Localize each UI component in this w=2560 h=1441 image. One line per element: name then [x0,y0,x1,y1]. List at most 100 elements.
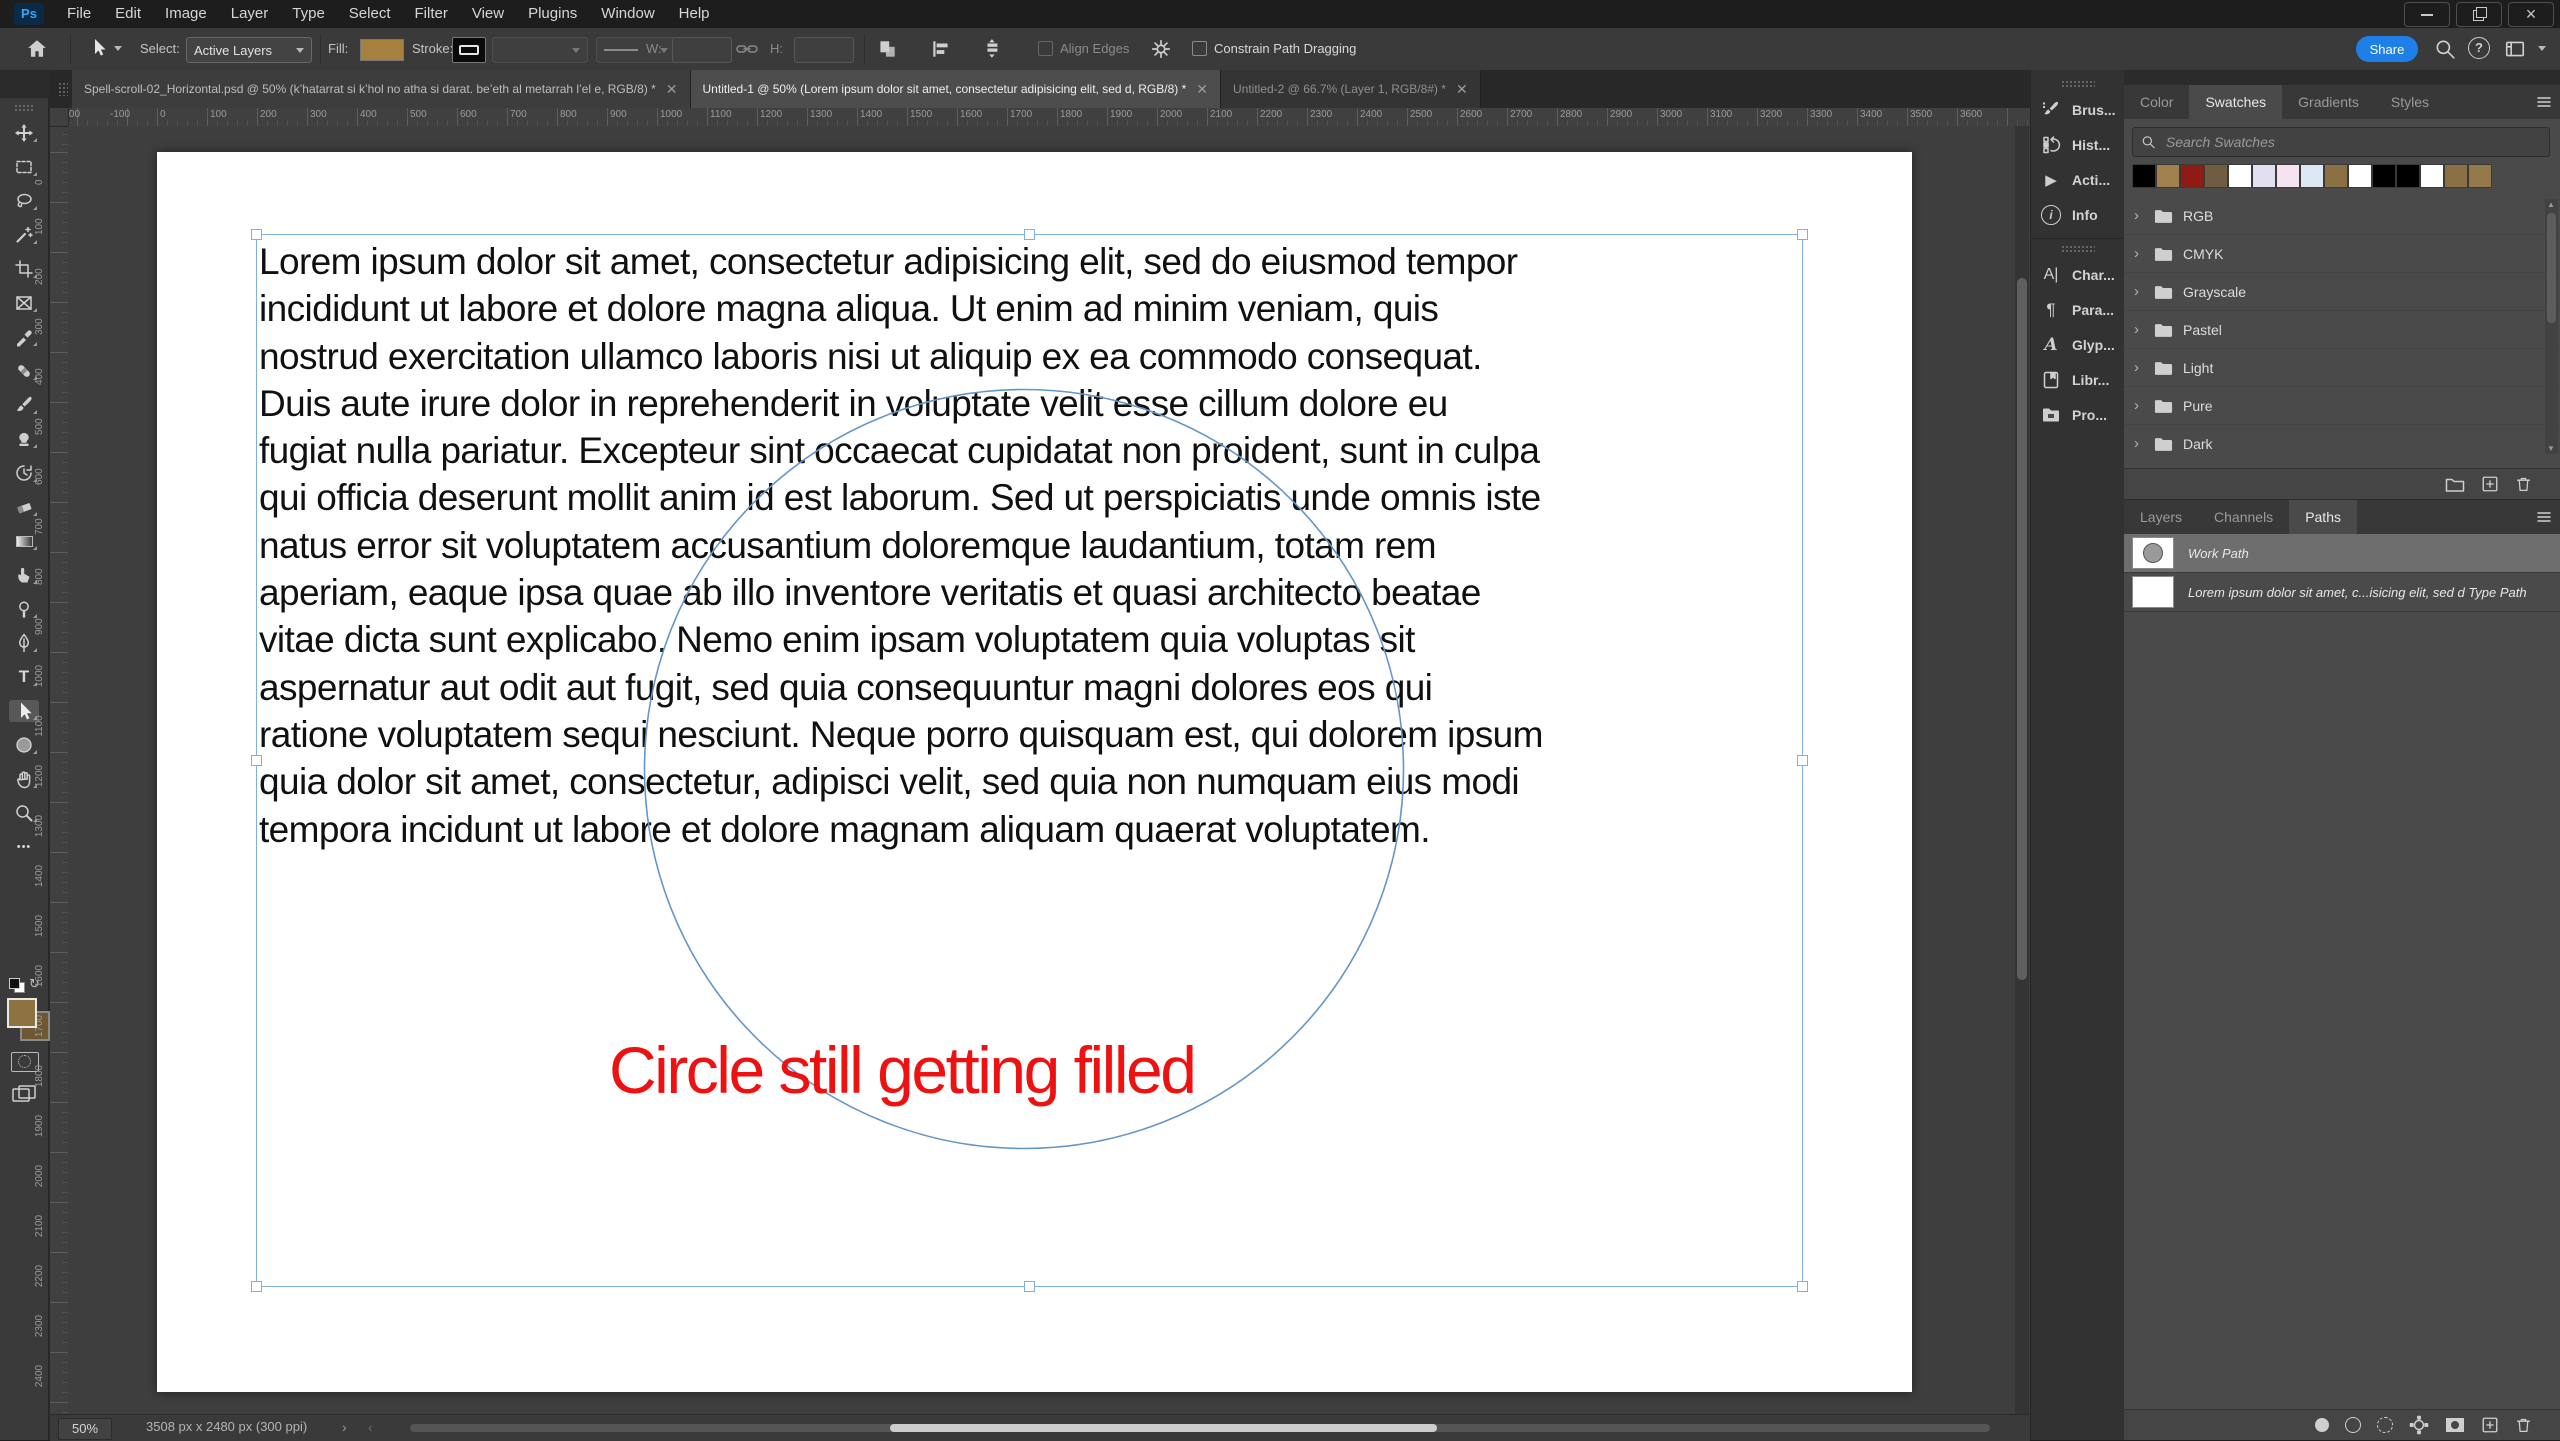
path-row-type-path[interactable]: Lorem ipsum dolor sit amet, c...isicing … [2124,573,2560,612]
zoom-level-field[interactable]: 50% [58,1418,112,1440]
distribute-icon[interactable] [982,38,1004,60]
swatch-group-row[interactable]: Pastel [2124,311,2560,349]
tab-swatches[interactable]: Swatches [2189,85,2283,119]
panel-button-libraries[interactable]: Libr... [2031,362,2125,397]
fill-color-swatch[interactable] [360,39,404,61]
document-tab[interactable]: Untitled-2 @ 66.7% (Layer 1, RGB/8#) * ✕ [1220,70,1481,108]
stroke-color-swatch[interactable] [452,37,486,63]
chevron-right-icon[interactable] [2134,435,2144,452]
width-input[interactable] [672,37,732,63]
transform-handle[interactable] [1797,1281,1808,1292]
new-group-icon[interactable] [2445,476,2465,493]
menu-item[interactable]: Filter [404,0,459,28]
panel-button-character[interactable]: Char... [2031,257,2125,292]
color-swatch[interactable] [2396,164,2420,188]
restore-icon[interactable] [2456,2,2502,27]
menu-item[interactable]: Layer [220,0,280,28]
panel-menu-icon[interactable] [2536,95,2552,109]
panel-button-properties[interactable]: Pro... [2031,397,2125,432]
menu-item[interactable]: Plugins [517,0,588,28]
swatch-group-row[interactable]: Grayscale [2124,273,2560,311]
checkbox-icon[interactable] [1192,41,1207,56]
swatch-search-field[interactable] [2132,127,2550,157]
color-swatch[interactable] [2468,164,2492,188]
menu-item[interactable]: File [56,0,102,28]
canvas-viewport[interactable]: Lorem ipsum dolor sit amet, consectetur … [68,126,2030,1414]
gear-icon[interactable] [1150,38,1172,60]
frame-tool[interactable] [9,292,39,314]
vertical-scrollbar[interactable] [2015,126,2029,1414]
brush-tool[interactable] [9,394,39,416]
color-swatch[interactable] [2156,164,2180,188]
strip-drag-handle[interactable] [2061,245,2095,253]
chevron-right-icon[interactable] [2134,397,2144,414]
new-path-icon[interactable] [2481,1416,2499,1434]
close-tab-icon[interactable]: ✕ [1456,81,1468,98]
color-swatch[interactable] [2228,164,2252,188]
transform-handle[interactable] [1797,754,1808,766]
transform-handle[interactable] [251,1281,262,1292]
chevron-right-icon[interactable] [2134,245,2144,262]
foreground-color-swatch[interactable] [7,998,37,1028]
pen-tool[interactable] [9,632,39,654]
color-swatch[interactable] [2276,164,2300,188]
panel-button-info[interactable]: i Info [2031,197,2125,232]
document-tab-active[interactable]: Untitled-1 @ 50% (Lorem ipsum dolor sit … [690,70,1221,108]
panel-button-paragraph[interactable]: Para... [2031,292,2125,327]
document-tab[interactable]: Spell-scroll-02_Horizontal.psd @ 50% (k’… [72,70,691,108]
constrain-path-dragging-checkbox[interactable]: Constrain Path Dragging [1192,41,1356,56]
close-tab-icon[interactable]: ✕ [666,81,678,98]
transform-handle[interactable] [251,229,262,240]
help-icon[interactable]: ? [2468,37,2490,59]
path-thumbnail[interactable] [2132,537,2174,569]
color-swatch[interactable] [2132,164,2156,188]
tab-styles[interactable]: Styles [2375,85,2445,119]
transform-handle[interactable] [251,754,262,766]
menu-item[interactable]: Image [154,0,218,28]
search-swatches-input[interactable] [2163,133,2541,151]
swatch-group-row[interactable]: CMYK [2124,235,2560,273]
panel-button-actions[interactable]: Acti... [2031,162,2125,197]
transform-handle[interactable] [1023,1281,1035,1292]
document-canvas[interactable]: Lorem ipsum dolor sit amet, consectetur … [157,152,1912,1392]
scrollbar-thumb[interactable] [2017,278,2027,980]
color-swatch[interactable] [2372,164,2396,188]
panel-button-glyphs[interactable]: Glyp... [2031,327,2125,362]
chevron-right-icon[interactable] [2134,321,2144,338]
chevron-right-icon[interactable] [2134,207,2144,224]
strip-drag-handle[interactable] [2061,80,2095,88]
share-button[interactable]: Share [2356,36,2418,62]
default-colors-icon[interactable] [9,978,25,993]
color-swatch[interactable] [2420,164,2444,188]
panel-menu-icon[interactable] [2536,510,2552,524]
color-swatch[interactable] [2348,164,2372,188]
tab-bar-drag-handle[interactable] [58,82,68,96]
menu-item[interactable]: View [461,0,515,28]
swatch-group-row[interactable]: Pure [2124,387,2560,425]
chevron-down-icon[interactable] [2538,46,2546,51]
screen-mode-icon[interactable] [11,1084,37,1104]
status-chevron-icon[interactable]: ‹ [368,1419,373,1435]
swatch-list-scrollbar[interactable] [2545,199,2558,454]
tab-gradients[interactable]: Gradients [2282,85,2375,119]
layer-arrange-icon[interactable] [876,38,898,60]
ellipse-shape-tool[interactable] [9,734,39,756]
move-tool[interactable] [9,122,39,144]
stroke-width-dropdown[interactable] [492,37,588,63]
tab-color[interactable]: Color [2124,85,2189,119]
tab-channels[interactable]: Channels [2198,500,2289,534]
menu-item[interactable]: Type [281,0,336,28]
color-swatch[interactable] [2204,164,2228,188]
add-swatch-icon[interactable] [2481,475,2499,493]
workspace-icon[interactable] [2504,38,2526,60]
horizontal-scrollbar[interactable] [410,1424,1990,1432]
menu-item[interactable]: Window [590,0,665,28]
more-tools-icon[interactable] [9,836,39,858]
panel-button-brushes[interactable]: Brus... [2031,92,2125,127]
menu-item[interactable]: Edit [104,0,152,28]
menu-item[interactable]: Help [668,0,721,28]
home-icon[interactable] [26,38,48,60]
chevron-down-icon[interactable] [114,45,122,51]
stroke-style-dropdown[interactable] [596,37,676,63]
stroke-path-icon[interactable] [2345,1417,2361,1433]
